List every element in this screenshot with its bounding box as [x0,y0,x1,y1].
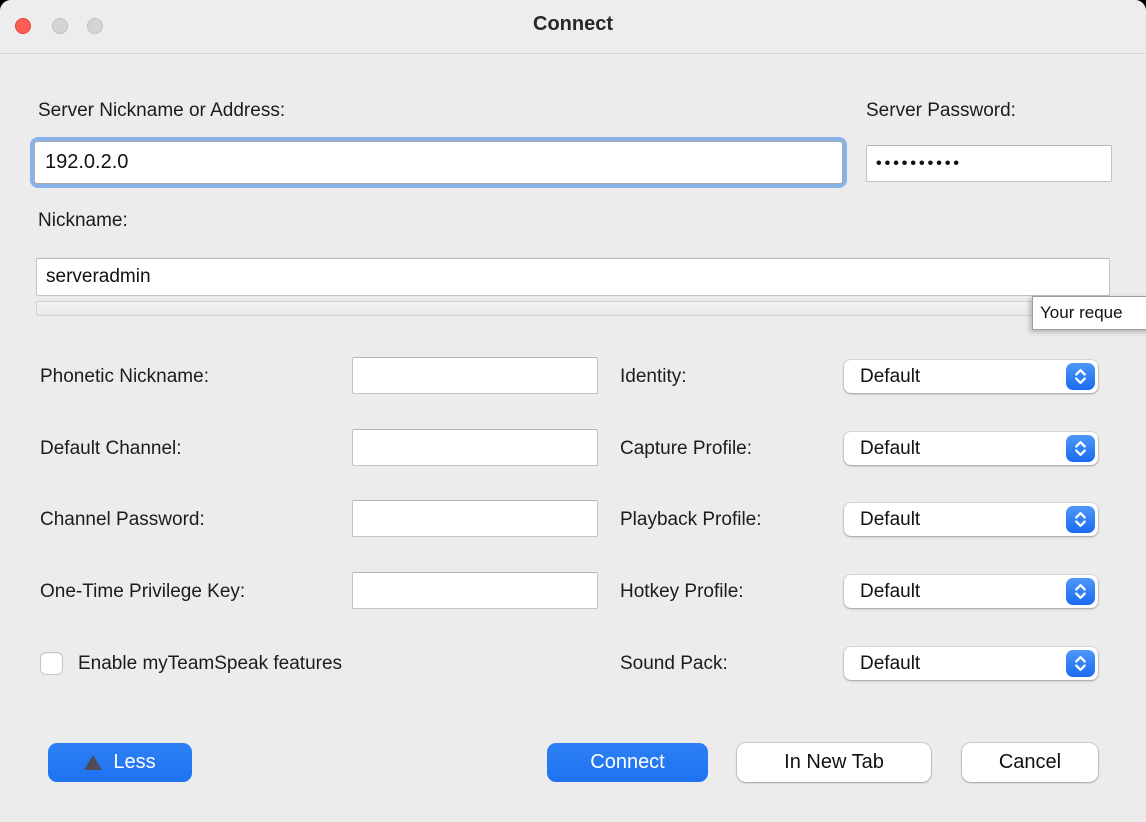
playback-profile-dropdown[interactable]: Default [844,503,1098,536]
chevron-up-down-icon [1066,363,1095,390]
sound-pack-value: Default [844,653,1066,675]
identity-value: Default [844,366,1066,388]
nickname-label: Nickname: [38,210,128,232]
playback-profile-label: Playback Profile: [620,509,762,531]
channel-password-label: Channel Password: [40,509,205,531]
triangle-up-icon [84,755,102,770]
window-title: Connect [0,13,1146,36]
server-address-label: Server Nickname or Address: [38,100,285,122]
chevron-up-down-icon [1066,578,1095,605]
default-channel-input[interactable] [352,429,598,466]
identity-dropdown[interactable]: Default [844,360,1098,393]
in-new-tab-button[interactable]: In New Tab [737,743,931,782]
less-button-label: Less [113,751,155,774]
capture-profile-value: Default [844,438,1066,460]
hotkey-profile-label: Hotkey Profile: [620,581,744,603]
server-address-field-focus-ring [30,137,847,188]
phonetic-nickname-input[interactable] [352,357,598,394]
privilege-key-label: One-Time Privilege Key: [40,581,245,603]
connect-dialog: Connect Server Nickname or Address: Serv… [0,0,1146,822]
capture-profile-dropdown[interactable]: Default [844,432,1098,465]
server-password-input[interactable] [866,145,1112,182]
server-password-label: Server Password: [866,100,1016,122]
connect-button[interactable]: Connect [547,743,708,782]
default-channel-label: Default Channel: [40,438,182,460]
server-address-input[interactable] [34,141,843,184]
title-bar: Connect [0,0,1146,54]
chevron-up-down-icon [1066,435,1095,462]
section-separator [36,301,1110,316]
channel-password-input[interactable] [352,500,598,537]
sound-pack-dropdown[interactable]: Default [844,647,1098,680]
less-button[interactable]: Less [48,743,192,782]
privilege-key-input[interactable] [352,572,598,609]
cancel-button[interactable]: Cancel [962,743,1098,782]
hotkey-profile-value: Default [844,581,1066,603]
nickname-input[interactable] [36,258,1110,296]
playback-profile-value: Default [844,509,1066,531]
phonetic-nickname-label: Phonetic Nickname: [40,366,209,388]
myteamspeak-checkbox[interactable] [40,652,63,675]
capture-profile-label: Capture Profile: [620,438,752,460]
tooltip: Your reque [1032,296,1146,330]
chevron-up-down-icon [1066,506,1095,533]
sound-pack-label: Sound Pack: [620,653,728,675]
myteamspeak-checkbox-label: Enable myTeamSpeak features [78,653,342,675]
hotkey-profile-dropdown[interactable]: Default [844,575,1098,608]
identity-label: Identity: [620,366,687,388]
chevron-up-down-icon [1066,650,1095,677]
